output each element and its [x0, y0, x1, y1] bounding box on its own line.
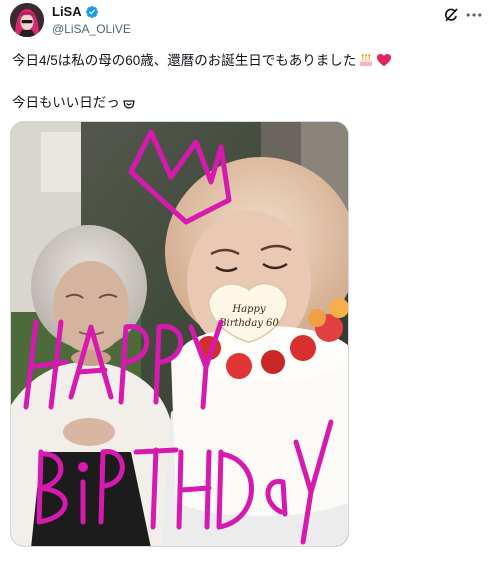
birthday-cake-emoji-icon — [360, 54, 373, 66]
post-text: 今日4/5は私の母の60歳、還暦のお誕生日でもありました 今日もいい日だっ — [12, 51, 482, 113]
post-text-line-1: 今日4/5は私の母の60歳、還暦のお誕生日でもありました — [12, 51, 482, 71]
post-text-line-2-content: 今日もいい日だっ — [12, 95, 120, 110]
grok-icon[interactable] — [442, 6, 460, 24]
author-avatar[interactable] — [10, 3, 44, 37]
post-text-line-1-content: 今日4/5は私の母の60歳、還暦のお誕生日でもありました — [12, 53, 357, 68]
smiling-face-emoji-icon — [123, 100, 135, 109]
more-icon[interactable] — [464, 6, 484, 24]
post-text-line-2: 今日もいい日だっ — [12, 93, 482, 113]
cake-plaque-text: Happy — [231, 304, 265, 315]
cake-plaque-text-2: Birthday 60 — [218, 318, 279, 329]
author-display-name[interactable]: LiSA — [52, 4, 82, 20]
author-info: LiSA @LiSA_OLiVE — [52, 4, 131, 37]
verified-badge-icon — [85, 6, 98, 18]
post-photo[interactable]: Happy Birthday 60 — [10, 121, 349, 547]
post-card: LiSA @LiSA_OLiVE 今日4/5は私の母の60歳、還暦のお誕生日でも… — [0, 0, 492, 562]
author-handle[interactable]: @LiSA_OLiVE — [52, 21, 131, 37]
red-heart-emoji-icon — [377, 54, 392, 67]
